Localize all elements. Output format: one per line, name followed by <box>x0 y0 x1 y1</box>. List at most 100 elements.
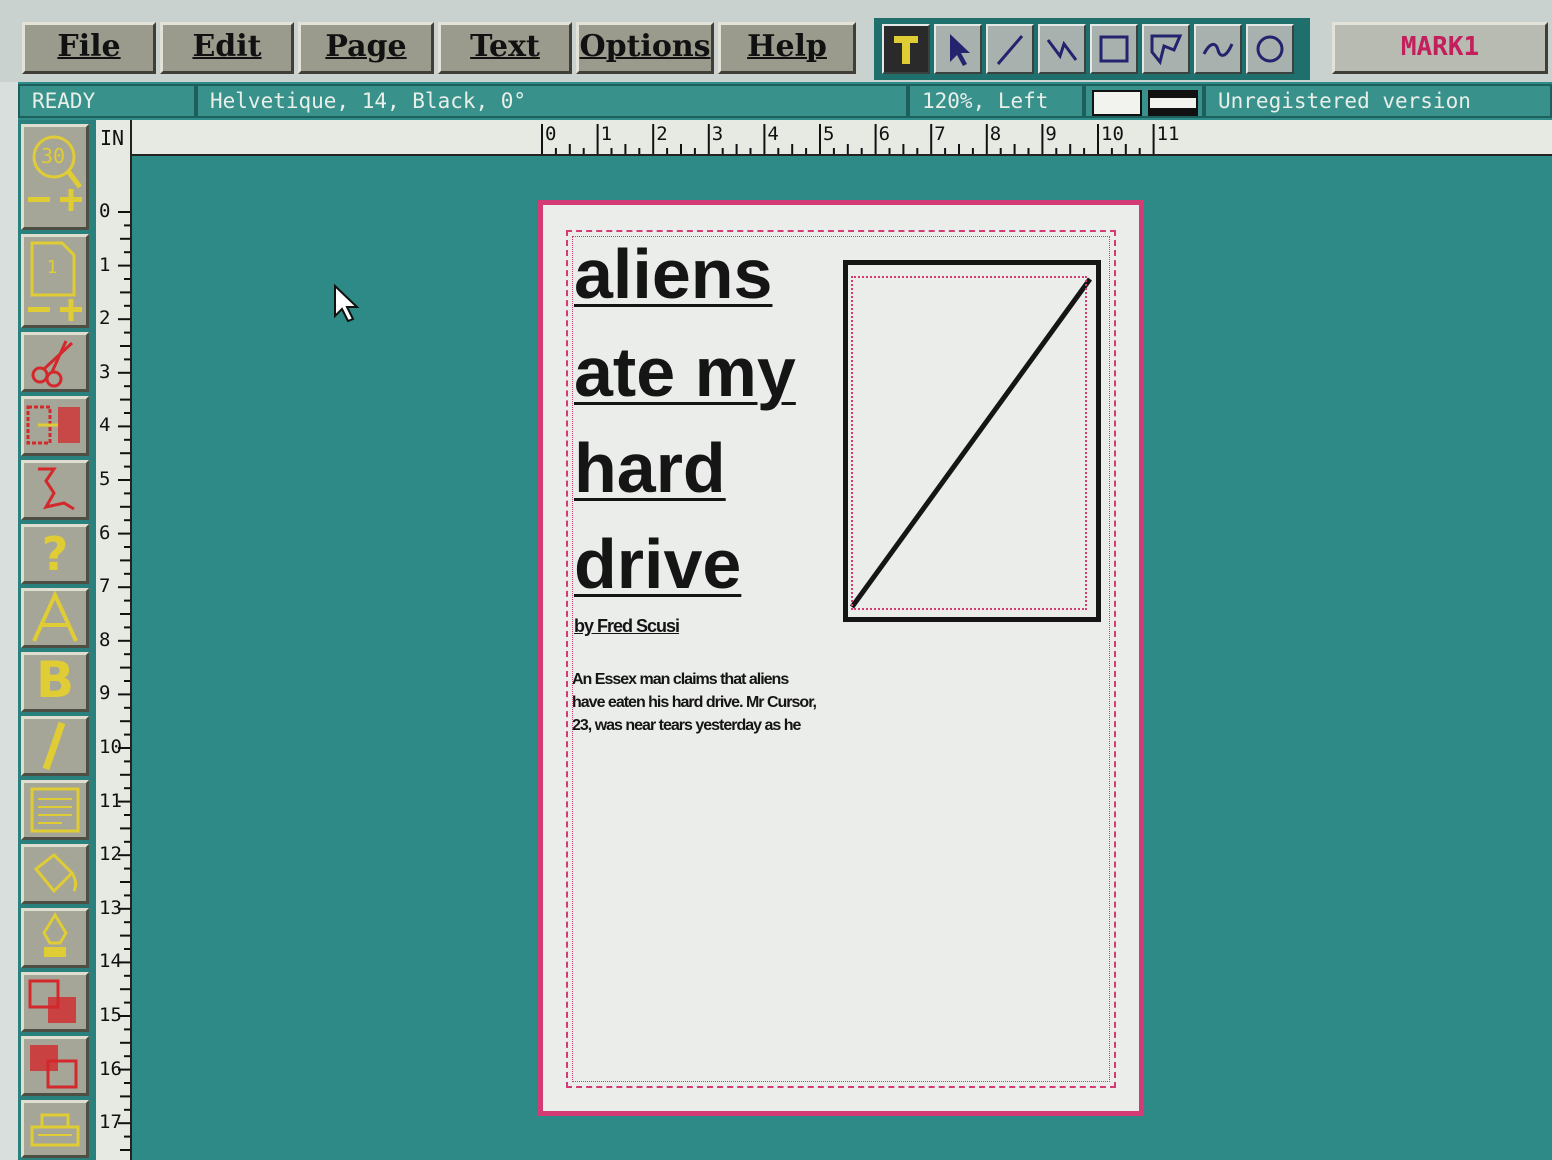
ruler-label: 9 <box>99 682 111 705</box>
headline-line-2[interactable]: ate my <box>574 332 796 412</box>
ruler-label: 11 <box>99 789 122 812</box>
status-bar: READY Helvetique, 14, Black, 0° 120%, Le… <box>18 82 1552 120</box>
link-frames-icon <box>26 405 80 445</box>
zoom-level: 30 <box>40 144 66 168</box>
ruler-label: 13 <box>99 896 122 919</box>
menu-options[interactable]: Options <box>576 22 714 74</box>
mouse-pointer-icon <box>334 284 360 323</box>
fill-button[interactable] <box>21 844 89 904</box>
freehand-tool-button[interactable] <box>1194 24 1242 74</box>
status-font-info: Helvetique, 14, Black, 0° <box>196 84 908 118</box>
bring-to-front-icon <box>28 979 76 1023</box>
ruler-label: 0 <box>545 123 557 145</box>
line-style-button[interactable] <box>21 908 89 968</box>
zigzag-line-icon <box>1046 39 1078 61</box>
help-button[interactable]: ? <box>21 524 89 584</box>
ruler-label: 1 <box>600 123 613 145</box>
page-control[interactable]: 1 <box>21 234 89 328</box>
ruler-label: 0 <box>99 200 111 222</box>
ellipse-tool-button[interactable] <box>1246 24 1294 74</box>
ruler-label: 3 <box>99 360 111 383</box>
line-style-swatch[interactable] <box>1148 90 1198 116</box>
ruler-label: 4 <box>767 123 779 145</box>
pointer-tool-button[interactable] <box>934 24 982 74</box>
paint-bucket-icon <box>33 853 78 894</box>
ruler-label: 6 <box>99 521 111 544</box>
zigzag-line-tool-button[interactable] <box>1038 24 1086 74</box>
ruler-label: 16 <box>99 1057 122 1080</box>
vertical-ruler: 0 1 2 3 4 5 6 7 8 9 10 11 12 13 14 15 16 17 <box>96 120 132 1160</box>
edit-points-icon <box>38 467 75 511</box>
ruler-label: 17 <box>99 1111 122 1134</box>
status-state: READY <box>18 84 196 118</box>
page-icon <box>28 241 82 321</box>
bring-to-front-button[interactable] <box>21 972 89 1032</box>
rectangle-tool-button[interactable] <box>1090 24 1138 74</box>
magnifier-icon <box>28 135 82 211</box>
send-to-back-icon <box>30 1045 78 1089</box>
link-frames-button[interactable] <box>21 396 89 456</box>
byline[interactable]: by Fred Scusi <box>574 616 680 637</box>
bold-icon: B <box>35 651 75 709</box>
ruler-label: 7 <box>99 575 111 598</box>
headline-line-4[interactable]: drive <box>574 524 741 604</box>
ruler-label: 7 <box>934 123 946 145</box>
status-zoom-align: 120%, Left <box>908 84 1084 118</box>
ruler-label: 2 <box>656 123 668 145</box>
bold-button[interactable]: B <box>21 651 89 712</box>
ruler-label: 8 <box>989 123 1002 145</box>
menu-text[interactable]: Text <box>438 22 572 74</box>
horizontal-ruler: 0 1 2 3 4 5 6 7 8 9 10 11 <box>132 120 1552 156</box>
picture-frame-margin <box>851 276 1087 610</box>
ruler-label: 4 <box>99 414 111 437</box>
ruler-label: 12 <box>99 843 122 866</box>
left-toolbox: 30 1 ? B <box>18 120 96 1160</box>
scissors-icon <box>31 340 74 388</box>
send-to-back-button[interactable] <box>21 1036 89 1096</box>
polygon-icon <box>1150 34 1183 66</box>
headline-line-1[interactable]: aliens <box>574 234 772 314</box>
drawing-tools-panel <box>874 18 1310 80</box>
ruler-label: 11 <box>1156 123 1180 145</box>
menu-edit[interactable]: Edit <box>160 22 294 74</box>
document-name[interactable]: MARK1 <box>1332 22 1548 74</box>
fill-color-swatch[interactable] <box>1092 90 1142 116</box>
cut-button[interactable] <box>21 332 89 392</box>
ellipse-icon <box>1256 35 1284 63</box>
menu-help[interactable]: Help <box>718 22 856 74</box>
italic-button[interactable] <box>21 716 89 776</box>
font-size-button[interactable] <box>21 588 89 648</box>
page-number: 1 <box>46 257 58 278</box>
ruler-unit: IN <box>100 126 125 150</box>
pointer-arrow-icon <box>950 34 970 66</box>
zoom-control[interactable]: 30 <box>21 124 89 230</box>
menu-page[interactable]: Page <box>298 22 434 74</box>
edit-points-button[interactable] <box>21 460 89 520</box>
ruler-label: 10 <box>99 736 122 758</box>
status-swatches <box>1084 84 1204 118</box>
letter-a-icon <box>32 591 78 642</box>
text-tool-icon <box>894 36 918 64</box>
ruler-label: 2 <box>99 307 111 330</box>
print-button[interactable] <box>21 1100 89 1158</box>
headline-line-3[interactable]: hard <box>574 428 726 508</box>
text-block-icon <box>30 787 80 833</box>
text-tool-button[interactable] <box>882 24 930 74</box>
printer-icon <box>30 1113 80 1147</box>
ruler-label: 5 <box>99 468 111 490</box>
ruler-label: 10 <box>1101 123 1124 145</box>
article-body-text[interactable]: An Essex man claims that aliens have eat… <box>572 668 824 737</box>
polygon-tool-button[interactable] <box>1142 24 1190 74</box>
menu-bar: File Edit Page Text Options Help <box>0 0 1552 82</box>
pen-nib-icon <box>42 912 68 957</box>
line-tool-button[interactable] <box>986 24 1034 74</box>
status-registration: Unregistered version <box>1204 84 1552 118</box>
ruler-label: 15 <box>99 1004 122 1026</box>
menu-file[interactable]: File <box>22 22 156 74</box>
freehand-curve-icon <box>1202 43 1234 57</box>
text-block-button[interactable] <box>21 780 89 840</box>
ruler-label: 8 <box>99 628 111 651</box>
ruler-label: 14 <box>99 950 122 973</box>
horizontal-ruler-ticks <box>541 124 1155 154</box>
ruler-label: 6 <box>878 123 891 145</box>
